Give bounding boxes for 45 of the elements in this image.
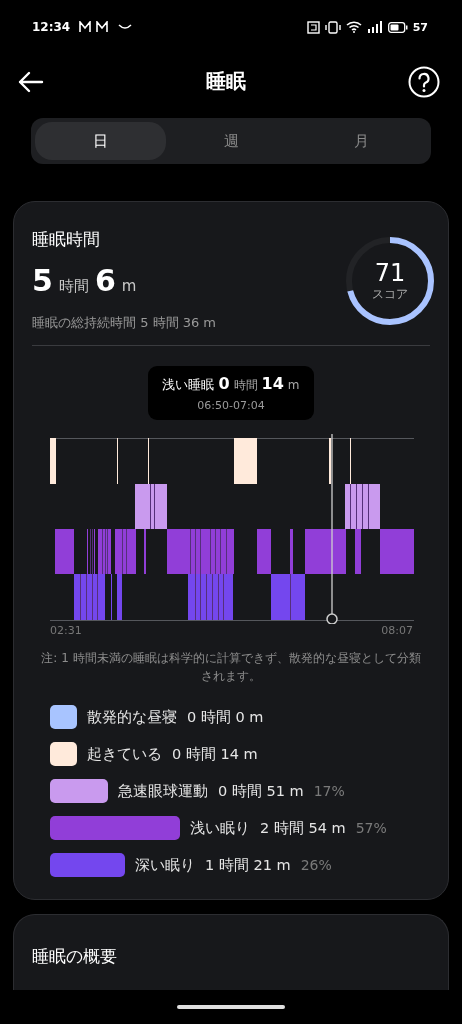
wifi-icon xyxy=(345,21,362,33)
legend-label: 散発的な昼寝 xyxy=(87,707,177,727)
end-time: 08:07 xyxy=(381,624,413,637)
page-title: 睡眠 xyxy=(206,68,246,95)
legend-label: 急速眼球運動 xyxy=(118,781,208,801)
wave-icon xyxy=(118,24,133,30)
legend-duration: 0 時間 51 m xyxy=(218,781,304,801)
period-tab[interactable]: 週 xyxy=(165,122,297,160)
legend-duration: 0 時間 0 m xyxy=(187,707,264,727)
tooltip-hours: 0 xyxy=(218,374,230,393)
help-icon[interactable] xyxy=(408,65,440,98)
tooltip-minutes: 14 xyxy=(261,374,284,393)
total-duration: 睡眠の総持続時間 5 時間 36 m xyxy=(32,314,216,332)
period-tab[interactable]: 日 xyxy=(35,122,166,160)
legend-percent: 57% xyxy=(355,820,387,836)
tooltip-stage: 浅い睡眠 xyxy=(162,376,215,394)
tooltip-time-range: 06:50-07:04 xyxy=(197,399,265,412)
tooltip-minutes-unit: m xyxy=(287,378,300,392)
score-value: 71 xyxy=(374,259,406,286)
legend-duration: 1 時間 21 m xyxy=(205,855,291,875)
battery-icon xyxy=(387,21,408,33)
nfc-icon xyxy=(306,20,320,34)
status-time: 12:34 xyxy=(32,20,71,34)
legend-duration: 0 時間 14 m xyxy=(172,744,258,764)
legend-duration: 2 時間 54 m xyxy=(260,818,346,838)
period-tab[interactable]: 月 xyxy=(296,122,427,160)
minutes-unit: m xyxy=(121,277,137,295)
legend-label: 浅い眠り xyxy=(190,818,250,838)
legend-percent: 26% xyxy=(300,857,332,873)
legend-label: 深い眠り xyxy=(135,855,195,875)
vibrate-icon xyxy=(324,20,341,34)
card-title: 睡眠時間 xyxy=(32,228,101,251)
score-label: スコア xyxy=(372,285,408,303)
tooltip-hours-unit: 時間 xyxy=(233,377,258,394)
back-icon[interactable] xyxy=(18,70,44,93)
battery-level: 57 xyxy=(412,20,428,34)
card-title: 睡眠の概要 xyxy=(32,945,118,968)
legend-label: 起きている xyxy=(87,744,162,764)
start-time: 02:31 xyxy=(50,624,82,637)
hours-unit: 時間 xyxy=(58,277,89,296)
minutes-value: 6 xyxy=(94,263,116,298)
note-text: 注: 1 時間未満の睡眠は科学的に計算できず、散発的な昼寝として分類されます。 xyxy=(40,650,422,685)
signal-icon xyxy=(366,21,383,33)
legend-percent: 17% xyxy=(313,783,345,799)
hours-value: 5 xyxy=(32,263,53,298)
